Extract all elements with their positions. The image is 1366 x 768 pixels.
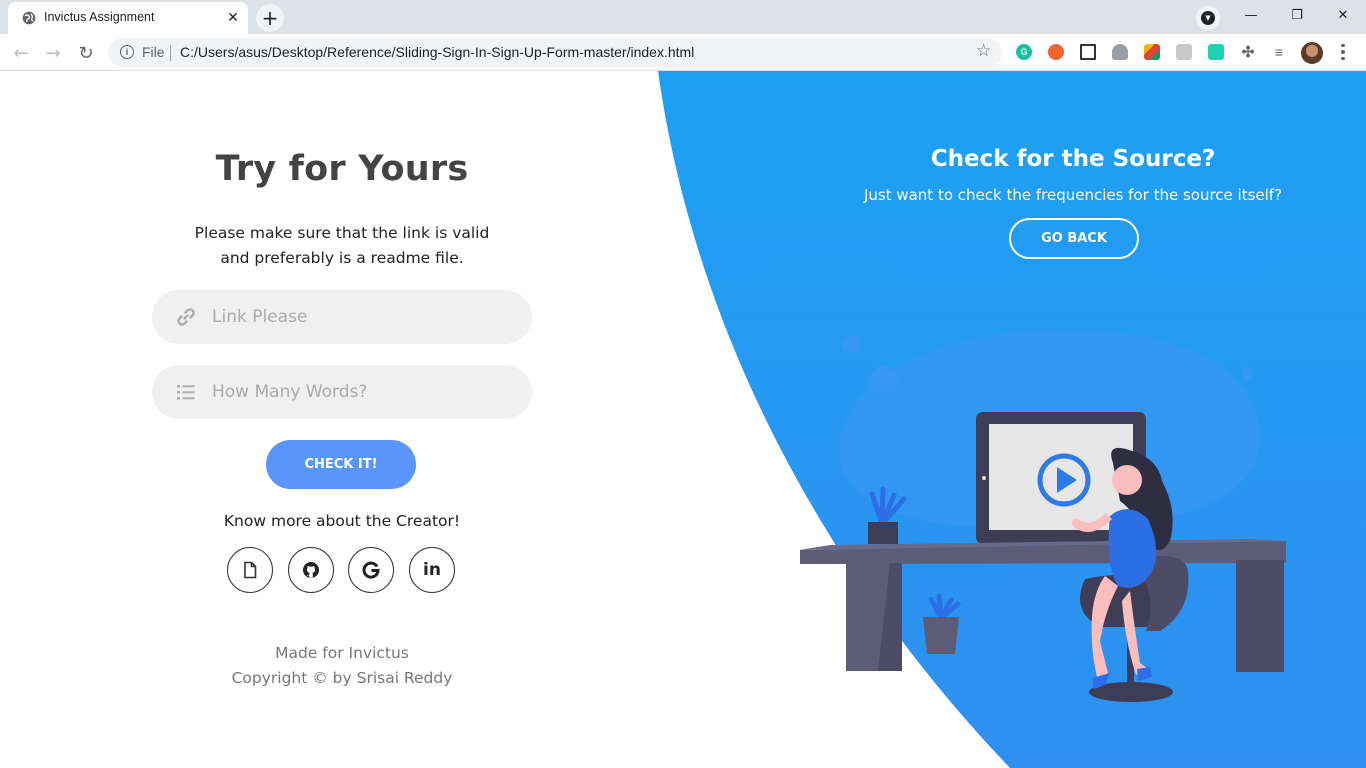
info-icon[interactable]: i: [120, 45, 134, 59]
github-link[interactable]: [288, 547, 334, 593]
file-icon: [244, 561, 257, 579]
link-input[interactable]: [212, 290, 512, 344]
google-link[interactable]: [348, 547, 394, 593]
github-icon: [303, 562, 319, 578]
social-caption: Know more about the Creator!: [223, 512, 461, 530]
teal-extension-icon[interactable]: [1208, 44, 1224, 60]
reload-button[interactable]: ↻: [73, 40, 99, 66]
form-description-line2: and preferably is a readme file.: [220, 249, 464, 267]
incognito-extension-icon[interactable]: [1112, 44, 1128, 60]
grey-extension-icon[interactable]: [1176, 44, 1192, 60]
check-it-button[interactable]: CHECK IT!: [266, 440, 416, 489]
minimize-button[interactable]: —: [1228, 0, 1274, 30]
forward-button[interactable]: →: [40, 40, 66, 66]
restore-button[interactable]: ❐: [1274, 0, 1320, 30]
source-panel: Check for the Source? Just want to check…: [800, 71, 1346, 768]
form-heading: Try for Yours: [215, 149, 469, 189]
browser-tab[interactable]: Invictus Assignment ✕: [8, 2, 248, 34]
flame-extension-icon[interactable]: [1048, 44, 1064, 60]
words-input[interactable]: [212, 365, 512, 419]
link-field[interactable]: [152, 290, 532, 344]
colorful-extension-icon[interactable]: [1144, 44, 1160, 60]
url-scheme-label: File: [142, 44, 165, 60]
profile-avatar[interactable]: [1301, 42, 1323, 64]
grid-extension-icon[interactable]: [1080, 44, 1096, 60]
footer-made-for: Made for Invictus: [275, 644, 409, 662]
tab-close-icon[interactable]: ✕: [224, 9, 242, 27]
tab-search-button[interactable]: ▼: [1196, 6, 1220, 30]
globe-icon: [22, 11, 36, 25]
list-icon: [177, 385, 195, 400]
address-bar[interactable]: i File C:/Users/asus/Desktop/Reference/S…: [108, 38, 1002, 67]
new-tab-button[interactable]: +: [256, 4, 284, 32]
back-button[interactable]: ←: [8, 40, 34, 66]
linkedin-icon: in: [423, 560, 441, 580]
grammarly-icon[interactable]: G: [1016, 44, 1032, 60]
form-description-line1: Please make sure that the link is valid: [194, 224, 490, 242]
url-text[interactable]: C:/Users/asus/Desktop/Reference/Sliding-…: [180, 44, 694, 60]
url-separator: [170, 45, 171, 61]
page-viewport: Try for Yours Please make sure that the …: [0, 71, 1366, 768]
google-icon: [362, 561, 380, 579]
chevron-down-icon: ▼: [1201, 11, 1215, 25]
media-control-icon[interactable]: ≡: [1271, 44, 1287, 60]
words-field[interactable]: [152, 365, 532, 419]
footer-copyright: Copyright © by Srisai Reddy: [231, 669, 453, 687]
tab-title: Invictus Assignment: [44, 10, 155, 24]
form-description: Please make sure that the link is valid …: [112, 221, 572, 271]
link-icon: [177, 308, 195, 326]
bookmark-star-icon[interactable]: ☆: [976, 41, 991, 61]
close-window-button[interactable]: ✕: [1320, 0, 1366, 30]
browser-menu-icon[interactable]: [1338, 40, 1348, 64]
resume-link[interactable]: [227, 547, 273, 593]
source-form: Try for Yours Please make sure that the …: [112, 71, 572, 768]
browser-tabstrip: Invictus Assignment ✕ + ▼ — ❐ ✕: [0, 0, 1366, 34]
browser-toolbar: ← → ↻ i File C:/Users/asus/Desktop/Refer…: [0, 34, 1366, 71]
linkedin-link[interactable]: in: [409, 547, 455, 593]
puzzle-extensions-icon[interactable]: ✣: [1240, 44, 1256, 61]
desk-illustration: [800, 329, 1286, 702]
